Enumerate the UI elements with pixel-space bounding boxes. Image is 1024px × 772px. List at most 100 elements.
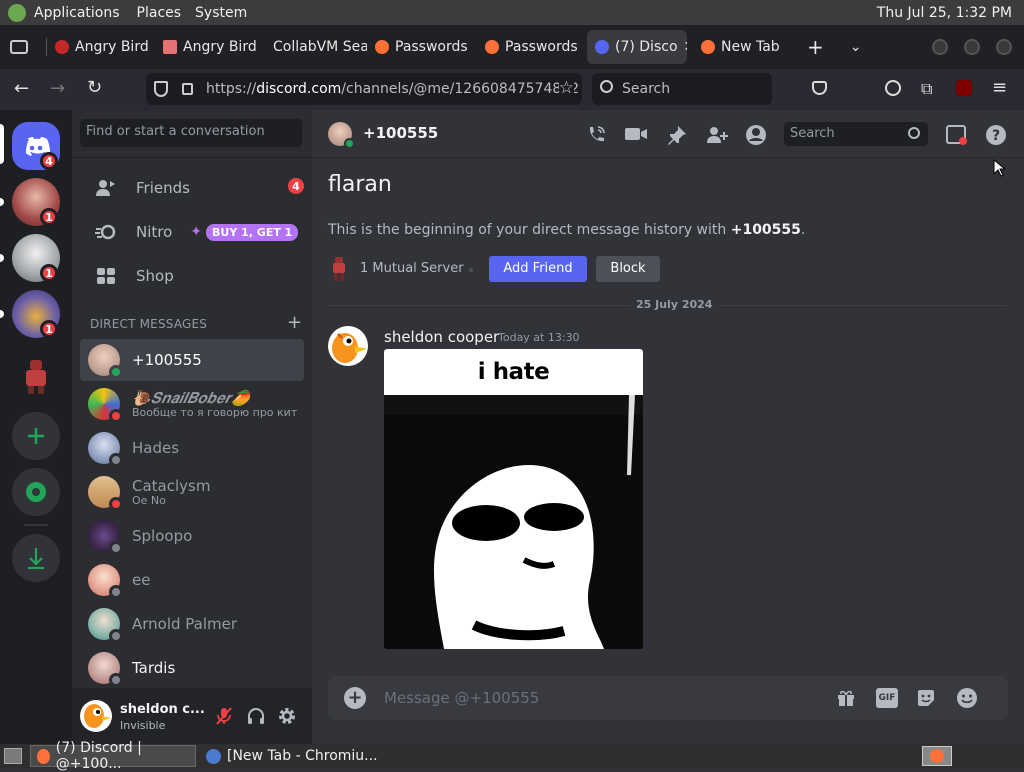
pinned-messages-icon[interactable] <box>666 124 688 146</box>
dm-item-sploopo[interactable]: Sploopo <box>80 515 304 557</box>
tab-angry-bird-1[interactable]: Angry Bird <box>47 30 155 64</box>
workspace-switcher[interactable] <box>922 746 952 766</box>
sparkle-icon: ✦ <box>190 224 203 240</box>
voice-call-icon[interactable] <box>585 124 607 146</box>
nitro-promo-badge: BUY 1, GET 1 <box>206 223 299 241</box>
task-new-tab-chromium[interactable]: [New Tab - Chromiu... <box>200 745 384 767</box>
nitro-icon <box>86 224 126 240</box>
video-call-icon[interactable] <box>624 124 648 144</box>
window-maximize-button[interactable] <box>964 39 980 55</box>
settings-gear-icon[interactable] <box>277 706 297 726</box>
headphones-icon[interactable] <box>246 706 266 726</box>
add-server-button[interactable] <box>12 412 60 460</box>
download-apps-button[interactable] <box>12 534 60 582</box>
tab-list-chevron-icon[interactable]: ⌄ <box>850 39 862 55</box>
menu-places[interactable]: Places <box>137 5 182 21</box>
tab-passwords-2[interactable]: Passwords <box>477 30 587 64</box>
inbox-icon[interactable] <box>945 124 969 146</box>
tab-overview-icon[interactable] <box>10 40 28 54</box>
server-icon-4[interactable] <box>12 350 60 398</box>
firefox-icon <box>37 748 50 764</box>
search-icon <box>908 127 920 139</box>
reload-icon[interactable]: ↻ <box>87 77 102 98</box>
create-dm-button[interactable]: + <box>287 312 302 333</box>
gift-icon[interactable] <box>836 688 856 708</box>
avatar <box>88 388 123 423</box>
status-offline-icon <box>109 673 123 687</box>
browser-search-input[interactable]: Search <box>592 73 772 105</box>
message-composer[interactable]: + Message @+100555 GIF <box>328 676 1008 720</box>
menu-hamburger-icon[interactable]: ≡ <box>992 77 1007 98</box>
explore-servers-button[interactable] <box>12 468 60 516</box>
header-avatar <box>328 122 355 149</box>
message-timestamp: Today at 13:30 <box>498 331 580 344</box>
mutual-servers-link[interactable]: 1 Mutual Server <box>360 261 464 276</box>
dm-item-100555[interactable]: +100555 <box>80 339 304 381</box>
mint-logo-icon[interactable] <box>8 3 26 22</box>
tab-close-icon[interactable]: ✕ <box>684 39 687 55</box>
pocket-icon[interactable] <box>812 81 827 95</box>
add-friend-button[interactable]: Add Friend <box>489 256 587 282</box>
user-panel: sheldon c... Invisible <box>72 688 312 744</box>
mute-mic-icon[interactable] <box>214 706 234 726</box>
window-close-button[interactable] <box>996 39 1012 55</box>
clock[interactable]: Thu Jul 25, 1:32 PM <box>877 5 1012 21</box>
tab-passwords-1[interactable]: Passwords <box>367 30 477 64</box>
gif-button[interactable]: GIF <box>876 688 898 708</box>
image-caption-banner: i hate <box>384 349 643 395</box>
block-button[interactable]: Block <box>596 256 660 282</box>
tab-collabvm-search[interactable]: CollabVM Sear <box>259 30 367 64</box>
dm-item-hades[interactable]: Hades <box>80 427 304 469</box>
emoji-icon[interactable] <box>956 687 978 709</box>
unread-pill <box>0 254 4 262</box>
message-author[interactable]: sheldon cooper <box>384 328 499 346</box>
shop-nav-item[interactable]: Shop <box>80 255 304 297</box>
dm-item-tardis[interactable]: Tardis <box>80 647 304 689</box>
new-tab-button[interactable]: + <box>807 35 824 59</box>
window-minimize-button[interactable] <box>932 39 948 55</box>
task-discord-firefox[interactable]: (7) Discord | @+100... <box>30 740 196 772</box>
mutual-server-avatar[interactable] <box>330 257 348 281</box>
tab-favicon-icon <box>55 40 69 54</box>
message-author-avatar[interactable] <box>328 326 368 366</box>
user-profile-icon[interactable] <box>745 124 769 146</box>
url-bar[interactable]: https://discord.com/channels/@me/1266084… <box>146 73 582 105</box>
server-1-badge: 1 <box>40 208 58 226</box>
account-icon[interactable] <box>885 80 901 96</box>
extensions-icon[interactable]: ⧉ <box>921 79 932 99</box>
add-friends-to-dm-icon[interactable] <box>705 124 729 146</box>
message-input[interactable]: Message @+100555 <box>384 689 539 707</box>
chat-search-input[interactable]: Search <box>784 122 928 146</box>
user-name[interactable]: sheldon c... <box>120 702 205 717</box>
avatar <box>88 652 123 687</box>
menu-system[interactable]: System <box>195 5 247 21</box>
bookmark-star-icon[interactable]: ☆ <box>558 78 574 98</box>
dm-item-cataclysm[interactable]: Cataclysm Oe No <box>80 471 304 513</box>
back-arrow-icon[interactable]: ← <box>14 78 29 99</box>
tab-angry-bird-2[interactable]: Angry Bird <box>155 30 259 64</box>
dm-item-arnold-palmer[interactable]: Arnold Palmer <box>80 603 304 645</box>
menu-applications[interactable]: Applications <box>34 5 120 21</box>
avatar <box>88 520 123 555</box>
find-conversation-input[interactable]: Find or start a conversation <box>80 119 302 147</box>
unread-pill <box>0 198 4 206</box>
dm-sidebar: Find or start a conversation Friends 4 N… <box>72 110 312 744</box>
dm-item-snailbober[interactable]: 🐌𝑺𝒏𝒂𝒊𝒍𝑩𝒐𝒃𝒆𝒓🥭 Вообще то я говорю про кит..… <box>80 383 304 425</box>
firefox-icon <box>375 40 389 54</box>
avatar <box>88 476 123 511</box>
help-icon[interactable]: ? <box>985 124 1007 146</box>
sticker-icon[interactable] <box>916 688 936 708</box>
forward-arrow-icon[interactable]: → <box>50 78 65 99</box>
tab-discord[interactable]: (7) Disco✕ <box>587 30 687 64</box>
message-image-attachment[interactable]: i hate <box>384 349 643 649</box>
show-desktop-icon[interactable] <box>4 748 22 764</box>
friends-nav-item[interactable]: Friends 4 <box>80 167 304 209</box>
dm-item-ee[interactable]: ee <box>80 559 304 601</box>
attach-plus-icon[interactable]: + <box>344 687 366 709</box>
nitro-nav-item[interactable]: Nitro ✦ BUY 1, GET 1 <box>80 211 304 253</box>
tab-new-tab[interactable]: New Tab <box>693 30 797 64</box>
user-avatar[interactable] <box>80 700 112 732</box>
svg-text:?: ? <box>992 128 1000 144</box>
duck-avatar-icon <box>332 332 367 363</box>
ublock-icon[interactable] <box>956 80 972 96</box>
